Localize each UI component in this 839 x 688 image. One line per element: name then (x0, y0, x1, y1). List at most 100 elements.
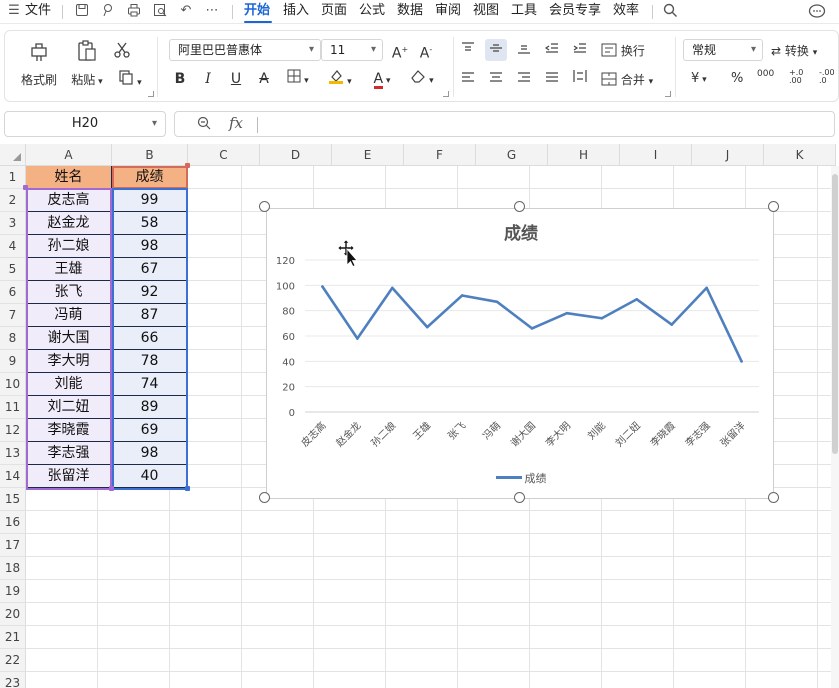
column-header-k[interactable]: K (764, 144, 836, 166)
cell-a1[interactable]: 姓名 (26, 166, 112, 189)
align-left-icon[interactable] (457, 68, 479, 90)
merge-button[interactable]: 合并 ▾ (601, 71, 653, 88)
resize-handle-se[interactable] (768, 492, 779, 503)
row-header-20[interactable]: 20 (0, 603, 26, 626)
table-cell-score[interactable]: 89 (112, 396, 188, 419)
resize-handle-nw[interactable] (259, 201, 270, 212)
column-header-h[interactable]: H (548, 144, 620, 166)
table-cell-name[interactable]: 孙二娘 (26, 235, 112, 258)
range-handle[interactable] (185, 486, 190, 491)
column-header-g[interactable]: G (476, 144, 548, 166)
row-header-12[interactable]: 12 (0, 419, 26, 442)
row-header-6[interactable]: 6 (0, 281, 26, 304)
save-icon[interactable] (74, 3, 90, 19)
share-icon[interactable] (100, 3, 116, 19)
tab-review[interactable]: 审阅 (435, 0, 461, 24)
scrollbar-thumb[interactable] (832, 174, 838, 454)
fx-icon[interactable]: fx (229, 114, 243, 132)
align-right-icon[interactable] (513, 68, 535, 90)
row-header-2[interactable]: 2 (0, 189, 26, 212)
copy-icon[interactable]: ▾ (115, 69, 145, 91)
table-cell-score[interactable]: 78 (112, 350, 188, 373)
distribute-icon[interactable] (569, 68, 591, 90)
increase-font-icon[interactable]: A+ (389, 39, 411, 62)
undo-icon[interactable]: ↶ (178, 3, 194, 19)
convert-button[interactable]: ⇄ 转换 ▾ (771, 42, 817, 59)
range-handle[interactable] (23, 185, 28, 190)
decrease-decimal-icon[interactable]: -.00 .0 (819, 69, 835, 85)
font-size-select[interactable]: 11 ▾ (321, 39, 383, 61)
column-header-j[interactable]: J (692, 144, 764, 166)
resize-handle-sw[interactable] (259, 492, 270, 503)
column-header-i[interactable]: I (620, 144, 692, 166)
table-cell-name[interactable]: 李大明 (26, 350, 112, 373)
thousands-separator-icon[interactable]: 000 (757, 69, 774, 79)
table-cell-name[interactable]: 张留洋 (26, 465, 112, 488)
column-header-e[interactable]: E (332, 144, 404, 166)
align-top-icon[interactable] (457, 39, 479, 61)
italic-icon[interactable]: I (197, 68, 219, 90)
row-header-9[interactable]: 9 (0, 350, 26, 373)
print-preview-icon[interactable] (152, 3, 168, 19)
eraser-icon[interactable]: ▾ (405, 68, 439, 90)
increase-indent-icon[interactable] (569, 39, 591, 61)
row-header-7[interactable]: 7 (0, 304, 26, 327)
zoom-icon[interactable] (197, 116, 211, 134)
border-icon[interactable]: ▾ (281, 68, 315, 90)
tab-data[interactable]: 数据 (397, 0, 423, 24)
dialog-launcher-icon[interactable] (665, 91, 671, 97)
table-cell-score[interactable]: 99 (112, 189, 188, 212)
table-cell-name[interactable]: 王雄 (26, 258, 112, 281)
row-header-13[interactable]: 13 (0, 442, 26, 465)
file-menu[interactable]: 文件 (25, 0, 51, 24)
fill-color-icon[interactable]: ▾ (323, 68, 357, 90)
number-format-select[interactable]: 常规 ▾ (683, 39, 763, 61)
cell-b1[interactable]: 成绩 (112, 166, 188, 189)
table-cell-name[interactable]: 李晓霞 (26, 419, 112, 442)
table-cell-name[interactable]: 赵金龙 (26, 212, 112, 235)
table-cell-score[interactable]: 69 (112, 419, 188, 442)
range-handle[interactable] (185, 163, 190, 168)
search-icon[interactable] (662, 3, 678, 19)
format-painter-button[interactable]: 格式刷 (19, 39, 59, 88)
font-color-icon[interactable]: A ▾ (365, 68, 399, 90)
row-header-10[interactable]: 10 (0, 373, 26, 396)
formula-bar[interactable]: fx (174, 111, 835, 137)
print-icon[interactable] (126, 3, 142, 19)
wrap-text-button[interactable]: 换行 (601, 42, 645, 59)
tab-page[interactable]: 页面 (321, 0, 347, 24)
table-cell-name[interactable]: 皮志高 (26, 189, 112, 212)
row-header-18[interactable]: 18 (0, 557, 26, 580)
currency-button[interactable]: ¥ ▾ (691, 71, 707, 86)
chat-icon[interactable] (806, 3, 828, 19)
table-cell-score[interactable]: 66 (112, 327, 188, 350)
table-cell-name[interactable]: 谢大国 (26, 327, 112, 350)
hamburger-icon[interactable]: ☰ (6, 3, 22, 19)
row-header-11[interactable]: 11 (0, 396, 26, 419)
scissors-icon[interactable] (111, 41, 133, 63)
table-cell-score[interactable]: 67 (112, 258, 188, 281)
table-cell-score[interactable]: 74 (112, 373, 188, 396)
table-cell-name[interactable]: 冯萌 (26, 304, 112, 327)
row-header-15[interactable]: 15 (0, 488, 26, 511)
table-cell-name[interactable]: 李志强 (26, 442, 112, 465)
row-header-22[interactable]: 22 (0, 649, 26, 672)
row-header-14[interactable]: 14 (0, 465, 26, 488)
select-all-corner[interactable] (0, 144, 26, 166)
table-cell-score[interactable]: 87 (112, 304, 188, 327)
row-header-3[interactable]: 3 (0, 212, 26, 235)
row-header-8[interactable]: 8 (0, 327, 26, 350)
row-header-19[interactable]: 19 (0, 580, 26, 603)
row-header-16[interactable]: 16 (0, 511, 26, 534)
row-header-5[interactable]: 5 (0, 258, 26, 281)
row-header-23[interactable]: 23 (0, 672, 26, 688)
row-header-17[interactable]: 17 (0, 534, 26, 557)
column-header-d[interactable]: D (260, 144, 332, 166)
column-header-f[interactable]: F (404, 144, 476, 166)
strikethrough-icon[interactable]: A (253, 68, 275, 90)
bold-icon[interactable]: B (169, 68, 191, 90)
align-middle-icon[interactable] (485, 39, 507, 61)
range-handle[interactable] (109, 486, 114, 491)
dialog-launcher-icon[interactable] (443, 91, 449, 97)
decrease-font-icon[interactable]: A- (415, 39, 437, 62)
